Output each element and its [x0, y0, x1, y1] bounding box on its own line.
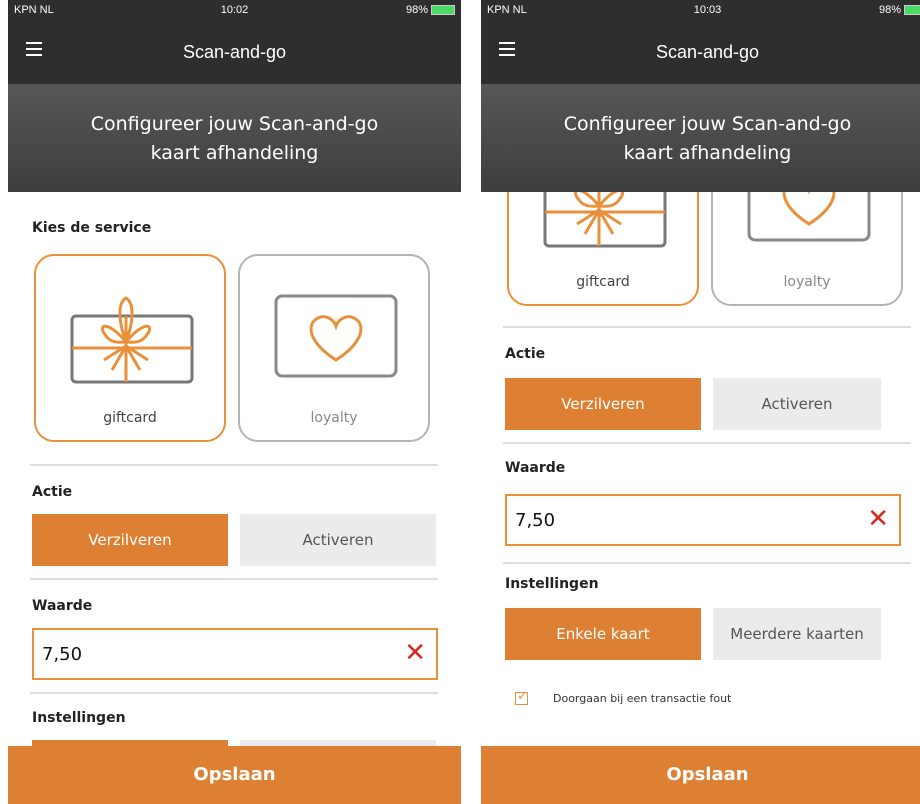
divider — [30, 692, 438, 694]
battery-status: 98% — [879, 4, 920, 16]
service-card-loyalty[interactable]: loyalty — [238, 254, 430, 442]
nav-title: Scan-and-go — [182, 42, 287, 62]
card-label: giftcard — [103, 410, 157, 426]
actie-option-activeren[interactable]: Activeren — [240, 514, 436, 566]
giftcard-icon — [70, 296, 194, 384]
clock: 10:03 — [693, 4, 722, 16]
instellingen-option-enkele-kaart[interactable]: Enkele kaart — [505, 608, 701, 660]
nav-bar: Scan-and-go — [8, 20, 461, 84]
save-button[interactable]: Opslaan — [8, 746, 461, 804]
battery-icon — [431, 5, 455, 16]
phone-screen-1: KPN NL 10:02 98% Scan-and-go Configureer… — [8, 0, 461, 804]
continue-on-error-label: Doorgaan bij een transactie fout — [553, 692, 732, 705]
waarde-value: 7,50 — [42, 644, 83, 665]
clock: 10:02 — [220, 4, 249, 16]
actie-option-verzilveren[interactable]: Verzilveren — [505, 378, 701, 430]
card-label: giftcard — [576, 274, 630, 290]
waarde-label: Waarde — [505, 460, 566, 476]
banner-line-1: Configureer jouw Scan-and-go — [90, 113, 379, 135]
continue-on-error-checkbox[interactable]: ✓ — [515, 689, 528, 705]
waarde-input[interactable]: 7,50 ✕ — [505, 494, 901, 546]
instellingen-label: Instellingen — [505, 576, 599, 592]
nav-title: Scan-and-go — [655, 42, 760, 62]
battery-icon — [904, 5, 920, 16]
service-card-giftcard[interactable]: giftcard — [34, 254, 226, 442]
instellingen-option-meerdere-kaarten[interactable]: Meerdere kaarten — [713, 608, 881, 660]
actie-option-verzilveren[interactable]: Verzilveren — [32, 514, 228, 566]
card-label: loyalty — [783, 274, 831, 290]
banner-line-2: kaart afhandeling — [623, 142, 792, 164]
service-label: Kies de service — [32, 220, 152, 236]
divider — [30, 464, 438, 466]
header-banner: Configureer jouw Scan-and-go kaart afhan… — [481, 84, 920, 192]
waarde-value: 7,50 — [515, 510, 556, 531]
instellingen-label: Instellingen — [32, 710, 126, 726]
battery-percent: 98% — [878, 4, 901, 16]
check-icon: ✓ — [517, 689, 528, 704]
card-label: loyalty — [310, 410, 358, 426]
clear-icon[interactable]: ✕ — [867, 506, 889, 532]
actie-label: Actie — [505, 346, 546, 362]
battery-status: 98% — [406, 4, 455, 16]
status-bar: KPN NL 10:03 98% — [481, 0, 920, 20]
divider — [503, 326, 911, 328]
status-bar: KPN NL 10:02 98% — [8, 0, 461, 20]
phone-screen-2: KPN NL 10:03 98% Scan-and-go giftcard lo… — [481, 0, 920, 804]
loyalty-heart-icon — [274, 294, 398, 378]
clear-icon[interactable]: ✕ — [404, 640, 426, 666]
actie-label: Actie — [32, 484, 73, 500]
waarde-label: Waarde — [32, 598, 93, 614]
banner-line-1: Configureer jouw Scan-and-go — [563, 113, 852, 135]
header-banner: Configureer jouw Scan-and-go kaart afhan… — [8, 84, 461, 192]
nav-bar: Scan-and-go — [481, 20, 920, 84]
battery-percent: 98% — [405, 4, 428, 16]
divider — [30, 578, 438, 580]
banner-line-2: kaart afhandeling — [150, 142, 319, 164]
divider — [503, 442, 911, 444]
divider — [503, 562, 911, 564]
waarde-input[interactable]: 7,50 ✕ — [32, 628, 438, 680]
save-button[interactable]: Opslaan — [481, 746, 920, 804]
actie-option-activeren[interactable]: Activeren — [713, 378, 881, 430]
